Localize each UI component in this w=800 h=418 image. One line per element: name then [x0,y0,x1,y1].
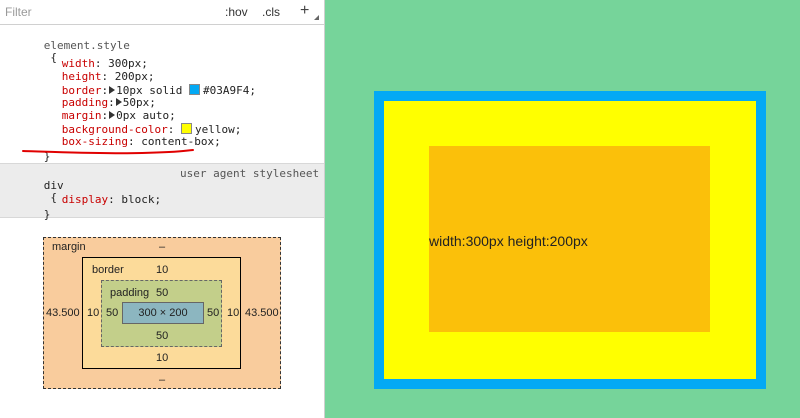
property-name: display [61,193,109,206]
declaration-height[interactable]: height: 200px; [22,59,155,83]
border-bottom-value[interactable]: 10 [156,352,168,364]
cls-toggle-button[interactable]: .cls [262,5,280,19]
margin-top-value[interactable]: – [159,241,165,253]
border-label: border [92,264,124,276]
user-agent-rule: div { user agent stylesheet display: blo… [0,163,324,221]
declaration-padding[interactable]: padding: 50px; [22,85,156,109]
border-top-value[interactable]: 10 [156,264,168,276]
padding-top-value[interactable]: 50 [156,287,168,299]
border-right-value[interactable]: 10 [227,307,239,319]
element-style-rule: element.style { width: 300px; height: 20… [0,26,324,163]
property-name[interactable]: box-sizing [62,135,128,148]
hov-toggle-button[interactable]: :hov [225,5,248,19]
red-underline-annotation [22,149,194,155]
color-swatch-icon[interactable] [188,84,200,95]
padding-left-value[interactable]: 50 [106,307,118,319]
margin-bottom-value[interactable]: – [159,374,165,386]
declaration-box-sizing[interactable]: box-sizing: content-box; [22,124,221,148]
border-left-value[interactable]: 10 [87,307,99,319]
declaration-display: display: block; [61,193,162,206]
declaration-border[interactable]: border: 10px solid #03A9F4; [22,72,256,97]
filter-input[interactable]: Filter [5,5,32,19]
styles-pane: Filter :hov .cls + element.style { width… [0,0,325,418]
demo-div-text: width:300px height:200px [429,233,588,249]
color-value[interactable]: #03A9F4; [203,84,256,97]
filter-bar: Filter :hov .cls + [0,0,324,25]
margin-label: margin [52,241,86,253]
property-value[interactable]: content-box; [141,135,220,148]
margin-right-value[interactable]: 43.500 [245,307,279,319]
declaration-background-color[interactable]: background-color: yellow; [22,111,241,136]
property-value: block; [121,193,162,206]
padding-bottom-value[interactable]: 50 [156,330,168,342]
declaration-margin[interactable]: margin: 0px auto; [22,98,176,122]
margin-left-value[interactable]: 43.500 [46,307,80,319]
box-model-content[interactable]: 300 × 200 [122,302,204,324]
close-brace: } [43,208,51,221]
declaration-width[interactable]: width: 300px; [22,46,148,70]
user-agent-source-label: user agent stylesheet [180,167,320,180]
new-style-rule-button[interactable]: + [300,2,309,20]
padding-label: padding [110,287,150,299]
new-rule-menu-corner-icon[interactable] [314,15,319,20]
padding-right-value[interactable]: 50 [207,307,219,319]
